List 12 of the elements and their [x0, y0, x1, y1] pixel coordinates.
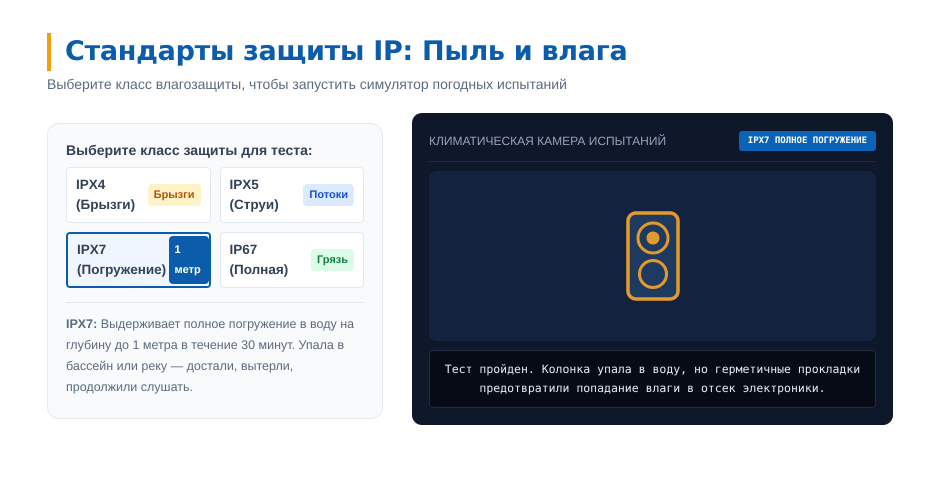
protection-option[interactable]: IPX5 (Струи) Потоки	[220, 167, 364, 223]
chamber-title: КЛИМАТИЧЕСКАЯ КАМЕРА ИСПЫТАНИЙ	[429, 134, 666, 148]
protection-option[interactable]: IP67 (Полная) Грязь	[220, 232, 364, 288]
protection-option[interactable]: IPX7 (Погружение) 1 метр	[66, 232, 210, 288]
speaker-icon	[626, 211, 680, 301]
protection-option[interactable]: IPX4 (Брызги) Брызги	[66, 167, 210, 223]
test-result: Тест пройден. Колонка упала в воду, но герметичные прокладки предотвратили попадание влаги в отсек электроники.	[429, 350, 876, 408]
page-subtitle: Выберите класс влагозащиты, чтобы запустить симулятор погодных испытаний	[47, 76, 568, 92]
test-badge: IPX7 ПОЛНОЕ ПОГРУЖЕНИЕ	[738, 131, 876, 151]
class-description: IPX7: Выдерживает полное погружение в воду на глубину до 1 метра в течение 30 минут. Упала в бассейн или реку — достали, вытерли, продолжили слушать.	[66, 316, 356, 396]
selector-heading: Выберите класс защиты для теста:	[66, 142, 314, 158]
page-title: Стандарты защиты IP: Пыль и влага	[47, 33, 893, 71]
